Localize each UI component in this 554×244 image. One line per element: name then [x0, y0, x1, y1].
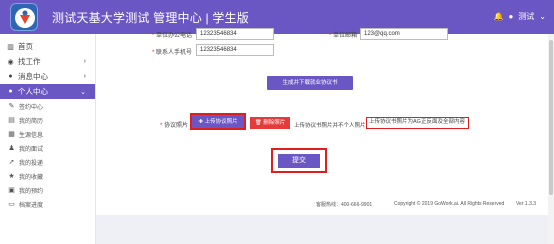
agreement-photo-label: * 协议照片 — [160, 123, 189, 129]
uploaded-file-name: 上传协议书照片为AG正反面及全部内容 — [366, 117, 469, 129]
grid-icon: ▦ — [8, 131, 15, 138]
office-phone-label: * 单位办公电话 — [152, 33, 193, 39]
chat-icon: ● — [8, 73, 13, 80]
sidebar-item-label: 我的面试 — [19, 146, 44, 153]
sidebar-item-resume[interactable]: ▤ 我的简历 — [0, 113, 95, 127]
copyright-text: Copyright © 2019 GoWork.ai. All Rights R… — [394, 201, 505, 207]
chevron-right-icon: › — [83, 73, 86, 80]
main-content: * 单位办公电话 12323546834 * 单位邮箱 123@qq.com *… — [96, 28, 548, 244]
hotline-text: 客服热线：400-666-9901 — [316, 202, 373, 208]
bell-icon[interactable]: 🔔 — [493, 12, 503, 21]
sidebar-item-favorites[interactable]: ★ 我的收藏 — [0, 169, 95, 183]
chevron-down-icon[interactable]: ⌄ — [539, 12, 546, 21]
contact-phone-label: * 联系人手机号 — [152, 50, 193, 56]
sidebar-item-label: 签约中心 — [19, 104, 44, 111]
generate-download-agreement-button[interactable]: 生成并下载就业协议书 — [267, 76, 353, 90]
sidebar-item-label: 消息中心 — [18, 72, 48, 81]
user-menu[interactable]: 🔔 ● 测试 ⌄ — [493, 11, 546, 22]
app-logo — [10, 3, 38, 31]
user-icon: ● — [508, 12, 514, 21]
chevron-right-icon: › — [83, 58, 86, 65]
app-title: 测试天基大学测试 管理中心 | 学生版 — [52, 11, 249, 25]
sidebar-item-messages[interactable]: ● 消息中心 › — [0, 69, 95, 84]
top-bar: 测试天基大学测试 管理中心 | 学生版 🔔 ● 测试 ⌄ — [0, 0, 554, 34]
scrollbar-thumb[interactable] — [549, 40, 553, 195]
office-phone-field[interactable]: 12323546834 — [196, 28, 274, 40]
trash-icon: 🗑 — [254, 120, 262, 126]
upload-button-label: 上传协议照片 — [204, 119, 238, 125]
sidebar-item-home[interactable]: ▥ 首页 — [0, 39, 95, 54]
postal-field[interactable]: 123@qq.com — [360, 28, 448, 40]
sidebar-item-label: 我的简历 — [19, 118, 44, 125]
sidebar-item-personal-center[interactable]: ● 个人中心 ⌄ — [0, 84, 95, 99]
sidebar-item-source-info[interactable]: ▦ 生源信息 — [0, 127, 95, 141]
sidebar-item-label: 我的预约 — [19, 188, 44, 195]
vertical-scrollbar[interactable] — [548, 34, 554, 244]
sidebar-item-archive-progress[interactable]: ▭ 档案进度 — [0, 197, 95, 211]
sidebar-item-applications[interactable]: ➚ 我的投递 — [0, 155, 95, 169]
group-icon: ♟ — [8, 145, 15, 152]
delete-button-label: 删除照片 — [263, 120, 286, 126]
plus-icon: ✚ — [198, 119, 204, 125]
sidebar-item-interviews[interactable]: ♟ 我的面试 — [0, 141, 95, 155]
postal-label: * 单位邮箱 — [329, 33, 358, 39]
sidebar-item-label: 个人中心 — [18, 87, 48, 96]
doc-icon: ▭ — [8, 201, 15, 208]
delete-photo-button[interactable]: 🗑 删除照片 — [250, 117, 290, 129]
contact-phone-field[interactable]: 12323546834 — [196, 44, 274, 56]
bank-icon: ▥ — [7, 43, 14, 51]
star-icon: ★ — [8, 173, 15, 180]
sidebar: ▥ 首页 ◉ 找工作 › ● 消息中心 › ● 个人中心 ⌄ ✎ 签约中心 ▤ … — [0, 34, 96, 244]
sidebar-item-contract[interactable]: ✎ 签约中心 — [0, 99, 95, 113]
user-icon: ● — [8, 88, 13, 95]
sidebar-item-label: 找工作 — [18, 57, 41, 66]
edit-icon: ✎ — [8, 103, 15, 110]
upload-hint-text: 上传协议书照片并不个人照片: — [294, 123, 368, 129]
sidebar-item-label: 我的收藏 — [19, 174, 44, 181]
sidebar-item-label: 我的投递 — [19, 160, 44, 167]
sidebar-item-appointments[interactable]: ▣ 我的预约 — [0, 183, 95, 197]
send-icon: ➚ — [8, 159, 15, 166]
calendar-icon: ▣ — [8, 187, 15, 194]
version-text: Ver 1.3.3 — [516, 201, 537, 207]
eye-icon: ◉ — [7, 58, 14, 66]
chevron-down-icon: ⌄ — [80, 88, 86, 96]
sidebar-item-label: 生源信息 — [19, 132, 44, 139]
submit-highlight: 提交 — [271, 148, 327, 173]
form-card: * 单位办公电话 12323546834 * 单位邮箱 123@qq.com *… — [96, 28, 548, 215]
sidebar-item-label: 档案进度 — [19, 202, 44, 209]
submit-button[interactable]: 提交 — [278, 154, 320, 168]
user-name[interactable]: 测试 — [518, 11, 534, 22]
sidebar-item-label: 首页 — [18, 42, 33, 51]
upload-agreement-photo-button[interactable]: ✚ 上传协议照片 — [190, 113, 246, 130]
sidebar-item-jobs[interactable]: ◉ 找工作 › — [0, 54, 95, 69]
resume-icon: ▤ — [8, 117, 15, 124]
